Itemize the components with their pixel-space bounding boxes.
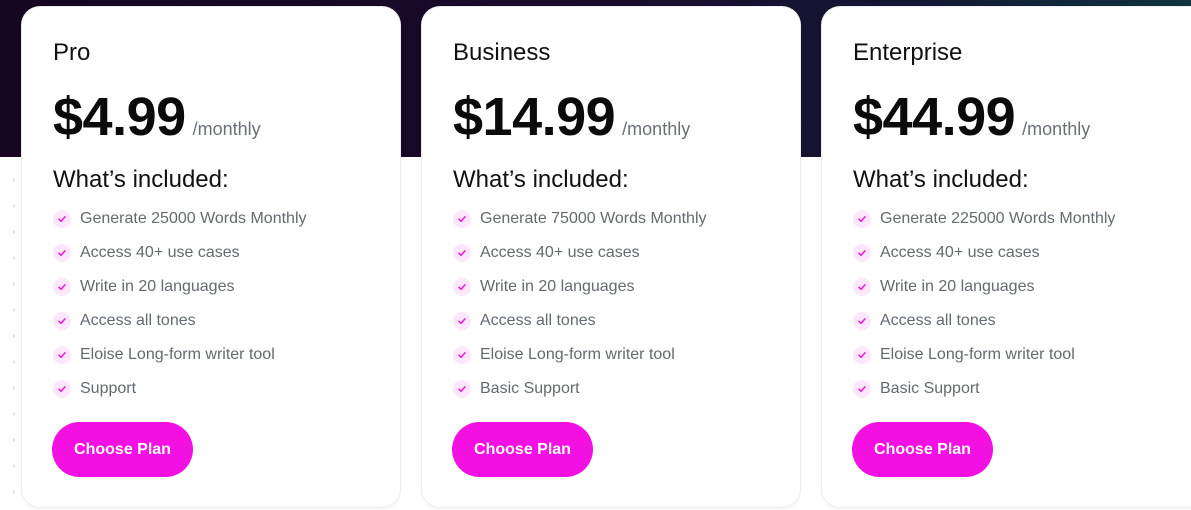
billing-period: /monthly (622, 119, 691, 139)
feature-item: Support (53, 372, 400, 406)
feature-text: Access 40+ use cases (880, 244, 1040, 261)
plan-name: Enterprise (853, 39, 963, 66)
feature-list: Generate 75000 Words Monthly Access 40+ … (453, 202, 800, 406)
included-heading: What’s included: (853, 166, 1029, 193)
price-row: $4.99 /monthly (53, 87, 400, 147)
feature-text: Write in 20 languages (80, 278, 235, 295)
feature-item: Generate 25000 Words Monthly (53, 202, 400, 236)
feature-text: Basic Support (880, 380, 980, 397)
feature-text: Generate 225000 Words Monthly (880, 210, 1116, 227)
feature-item: Access 40+ use cases (453, 236, 800, 270)
feature-list: Generate 25000 Words Monthly Access 40+ … (53, 202, 400, 406)
feature-text: Access all tones (80, 312, 196, 329)
feature-item: Generate 75000 Words Monthly (453, 202, 800, 236)
check-icon (53, 380, 71, 398)
included-heading: What’s included: (453, 166, 629, 193)
feature-item: Write in 20 languages (853, 270, 1191, 304)
check-icon (453, 380, 471, 398)
plan-name: Pro (53, 39, 91, 66)
check-icon (453, 210, 471, 228)
feature-text: Access 40+ use cases (480, 244, 640, 261)
plan-price: $14.99 (453, 87, 616, 147)
feature-item: Eloise Long-form writer tool (53, 338, 400, 372)
check-icon (53, 312, 71, 330)
included-heading: What’s included: (53, 166, 229, 193)
feature-text: Eloise Long-form writer tool (480, 346, 675, 363)
feature-item: Access all tones (53, 304, 400, 338)
feature-item: Eloise Long-form writer tool (853, 338, 1191, 372)
choose-plan-button[interactable]: Choose Plan (852, 422, 993, 477)
check-icon (853, 244, 871, 262)
choose-plan-button[interactable]: Choose Plan (452, 422, 593, 477)
plan-price: $44.99 (853, 87, 1016, 147)
feature-text: Write in 20 languages (880, 278, 1035, 295)
check-icon (453, 278, 471, 296)
feature-text: Generate 75000 Words Monthly (480, 210, 707, 227)
feature-item: Write in 20 languages (53, 270, 400, 304)
choose-plan-button[interactable]: Choose Plan (52, 422, 193, 477)
feature-item: Access all tones (453, 304, 800, 338)
feature-item: Write in 20 languages (453, 270, 800, 304)
pricing-plans: Pro $4.99 /monthly What’s included: Gene… (0, 0, 1191, 510)
feature-item: Eloise Long-form writer tool (453, 338, 800, 372)
check-icon (53, 346, 71, 364)
check-icon (853, 380, 871, 398)
feature-item: Generate 225000 Words Monthly (853, 202, 1191, 236)
feature-item: Basic Support (453, 372, 800, 406)
plan-card-pro: Pro $4.99 /monthly What’s included: Gene… (22, 7, 400, 507)
plan-card-enterprise: Enterprise $44.99 /monthly What’s includ… (822, 7, 1191, 507)
feature-text: Access 40+ use cases (80, 244, 240, 261)
billing-period: /monthly (192, 119, 261, 139)
check-icon (853, 278, 871, 296)
check-icon (53, 244, 71, 262)
feature-text: Write in 20 languages (480, 278, 635, 295)
feature-text: Basic Support (480, 380, 580, 397)
check-icon (853, 210, 871, 228)
feature-item: Access all tones (853, 304, 1191, 338)
feature-text: Support (80, 380, 137, 397)
plan-price: $4.99 (53, 87, 186, 147)
feature-text: Access all tones (880, 312, 996, 329)
check-icon (453, 346, 471, 364)
check-icon (53, 210, 71, 228)
feature-text: Eloise Long-form writer tool (80, 346, 275, 363)
check-icon (453, 312, 471, 330)
plan-card-business: Business $14.99 /monthly What’s included… (422, 7, 800, 507)
feature-item: Basic Support (853, 372, 1191, 406)
billing-period: /monthly (1022, 119, 1091, 139)
price-row: $44.99 /monthly (853, 87, 1191, 147)
feature-list: Generate 225000 Words Monthly Access 40+… (853, 202, 1191, 406)
check-icon (853, 346, 871, 364)
feature-text: Eloise Long-form writer tool (880, 346, 1075, 363)
check-icon (53, 278, 71, 296)
check-icon (453, 244, 471, 262)
feature-item: Access 40+ use cases (53, 236, 400, 270)
feature-text: Generate 25000 Words Monthly (80, 210, 307, 227)
feature-item: Access 40+ use cases (853, 236, 1191, 270)
plan-name: Business (453, 39, 551, 66)
check-icon (853, 312, 871, 330)
feature-text: Access all tones (480, 312, 596, 329)
price-row: $14.99 /monthly (453, 87, 800, 147)
